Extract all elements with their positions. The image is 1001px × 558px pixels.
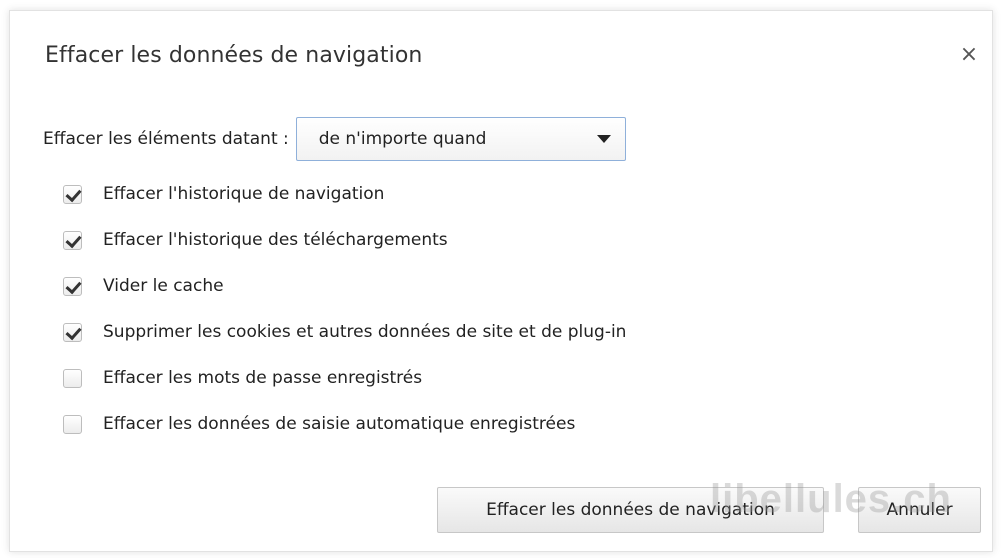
- period-select-value: de n'importe quand: [318, 129, 487, 149]
- close-icon[interactable]: ×: [958, 44, 980, 66]
- checkbox[interactable]: [63, 184, 82, 204]
- period-row: Effacer les éléments datant : de n'impor…: [43, 116, 626, 162]
- option-label: Effacer l'historique de navigation: [103, 184, 385, 204]
- period-label: Effacer les éléments datant :: [43, 129, 289, 149]
- option-label: Vider le cache: [103, 276, 224, 296]
- option-cookies[interactable]: Supprimer les cookies et autres données …: [63, 309, 626, 355]
- clear-browsing-data-dialog: Effacer les données de navigation × Effa…: [9, 10, 993, 552]
- checkbox[interactable]: [63, 322, 82, 342]
- checkbox[interactable]: [63, 230, 82, 250]
- option-autofill[interactable]: Effacer les données de saisie automatiqu…: [63, 401, 626, 447]
- checkbox[interactable]: [63, 414, 82, 434]
- checkbox[interactable]: [63, 368, 82, 388]
- option-cache[interactable]: Vider le cache: [63, 263, 626, 309]
- dialog-title: Effacer les données de navigation: [45, 43, 423, 68]
- period-select[interactable]: de n'importe quand: [295, 117, 626, 161]
- chevron-down-icon: [596, 135, 611, 143]
- option-label: Effacer les mots de passe enregistrés: [103, 368, 423, 388]
- checkbox[interactable]: [63, 276, 82, 296]
- options-list: Effacer l'historique de navigation Effac…: [63, 171, 626, 447]
- option-label: Supprimer les cookies et autres données …: [103, 322, 627, 342]
- option-browsing-history[interactable]: Effacer l'historique de navigation: [63, 171, 626, 217]
- cancel-button[interactable]: Annuler: [858, 487, 981, 533]
- option-label: Effacer l'historique des téléchargements: [103, 230, 448, 250]
- option-download-history[interactable]: Effacer l'historique des téléchargements: [63, 217, 626, 263]
- clear-data-button[interactable]: Effacer les données de navigation: [437, 487, 824, 533]
- option-passwords[interactable]: Effacer les mots de passe enregistrés: [63, 355, 626, 401]
- option-label: Effacer les données de saisie automatiqu…: [103, 414, 576, 434]
